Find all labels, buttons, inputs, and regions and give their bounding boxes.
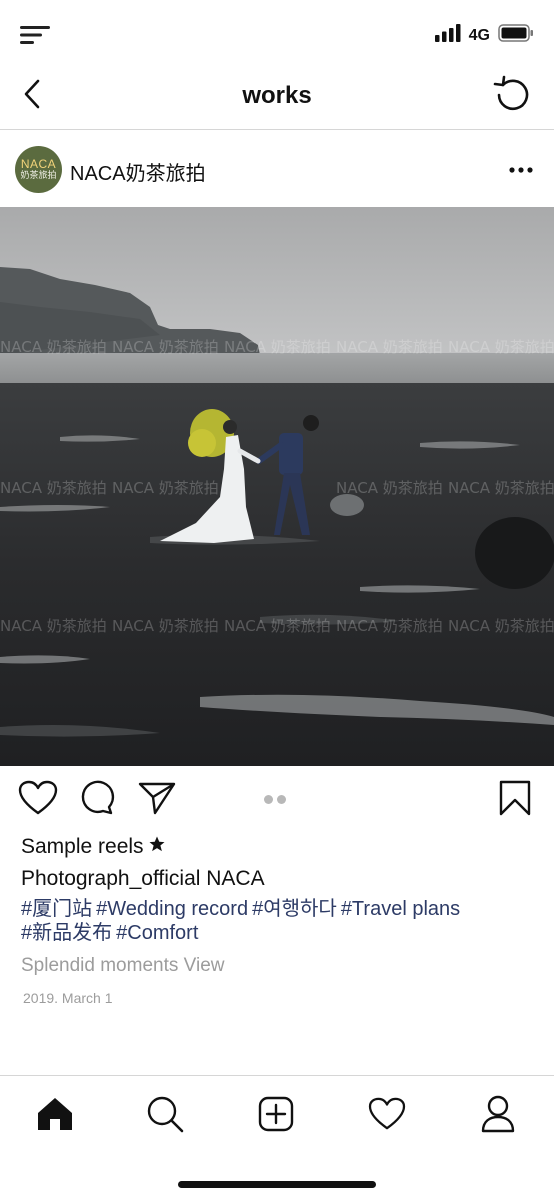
bookmark-button[interactable]: [494, 780, 536, 820]
photo-watermark: NACA 奶茶旅拍: [448, 479, 554, 497]
star-icon: [148, 835, 166, 859]
caption-title: Sample reels: [21, 835, 144, 858]
refresh-icon: [493, 75, 531, 118]
caption-moments[interactable]: Splendid moments View: [21, 955, 541, 981]
search-icon: [146, 1095, 184, 1138]
hashtag-link[interactable]: #Wedding record: [96, 898, 248, 920]
refresh-button[interactable]: [492, 75, 532, 118]
tab-bar: [0, 1075, 554, 1200]
photo-watermark: NACA 奶茶旅拍: [112, 617, 219, 635]
add-icon: [258, 1096, 294, 1137]
tab-home[interactable]: [35, 1096, 75, 1136]
more-horizontal-icon: [509, 160, 533, 178]
heart-icon: [18, 780, 58, 821]
photo-watermark: NACA 奶茶旅拍: [112, 479, 219, 497]
home-icon: [36, 1096, 74, 1137]
photo-watermark: NACA 奶茶旅拍: [448, 617, 554, 635]
photo-watermark: NACA 奶茶旅拍: [336, 617, 443, 635]
tab-add[interactable]: [256, 1096, 296, 1136]
hashtag-link[interactable]: #Comfort: [116, 922, 198, 944]
post-date: 2019. March 1: [23, 990, 113, 1006]
photo-watermark: NACA 奶茶旅拍: [0, 479, 107, 497]
photo-watermark: NACA 奶茶旅拍: [224, 338, 331, 356]
carousel-dot: [264, 795, 273, 804]
hashtag-link[interactable]: #여행하다: [252, 898, 337, 920]
share-button[interactable]: [136, 780, 178, 820]
heart-icon: [368, 1097, 406, 1136]
photo-watermark: NACA 奶茶旅拍: [0, 338, 107, 356]
carousel-dot: [277, 795, 286, 804]
home-indicator[interactable]: [178, 1181, 376, 1188]
signal-icon: [434, 24, 461, 47]
caption-author[interactable]: Photograph_official NACA: [21, 867, 541, 895]
hashtag-link[interactable]: #厦门站: [21, 898, 92, 920]
network-label: 4G: [468, 26, 490, 44]
photo-watermark: NACA 奶茶旅拍: [112, 338, 219, 356]
status-indicators: 4G: [434, 24, 534, 47]
nav-header: works: [0, 66, 554, 130]
carousel-indicator: [264, 795, 286, 804]
menu-icon[interactable]: [20, 26, 50, 44]
hashtag-link[interactable]: #新品发布: [21, 922, 112, 944]
hashtag-link[interactable]: #Travel plans: [341, 898, 460, 920]
send-icon: [138, 781, 176, 820]
like-button[interactable]: [17, 780, 59, 820]
battery-icon: [498, 24, 534, 47]
post-photo[interactable]: NACA 奶茶旅拍 NACA 奶茶旅拍 NACA 奶茶旅拍 NACA 奶茶旅拍 …: [0, 207, 554, 766]
page-title: works: [242, 82, 312, 109]
post-caption: Sample reels Photograph_official NACA #厦…: [21, 832, 541, 1006]
photo-watermark: NACA 奶茶旅拍: [336, 338, 443, 356]
tab-profile[interactable]: [478, 1095, 518, 1138]
avatar-logo-subtext: 奶茶旅拍: [20, 170, 57, 180]
photo-watermark: NACA 奶茶旅拍: [448, 338, 554, 356]
comment-icon: [79, 780, 115, 821]
photo-watermark: NACA 奶茶旅拍: [336, 479, 443, 497]
caption-title-row: Sample reels: [21, 832, 541, 862]
photo-watermark: NACA 奶茶旅拍: [0, 617, 107, 635]
status-bar: 4G: [0, 0, 554, 66]
hashtag-list: #厦门站 #Wedding record #여행하다 #Travel plans #新品…: [21, 897, 541, 945]
avatar-logo-text: NACA: [20, 157, 57, 171]
profile-icon: [480, 1095, 516, 1138]
tab-activity[interactable]: [367, 1096, 407, 1136]
post-actions: [0, 766, 554, 832]
avatar[interactable]: NACA 奶茶旅拍: [15, 146, 62, 193]
photo-watermark: NACA 奶茶旅拍: [224, 617, 331, 635]
comment-button[interactable]: [76, 780, 118, 820]
more-button[interactable]: [508, 159, 534, 179]
tab-search[interactable]: [145, 1096, 185, 1136]
account-name[interactable]: NACA奶茶旅拍: [70, 157, 206, 186]
bookmark-icon: [499, 780, 531, 821]
post-header: NACA 奶茶旅拍 NACA奶茶旅拍: [0, 131, 554, 207]
